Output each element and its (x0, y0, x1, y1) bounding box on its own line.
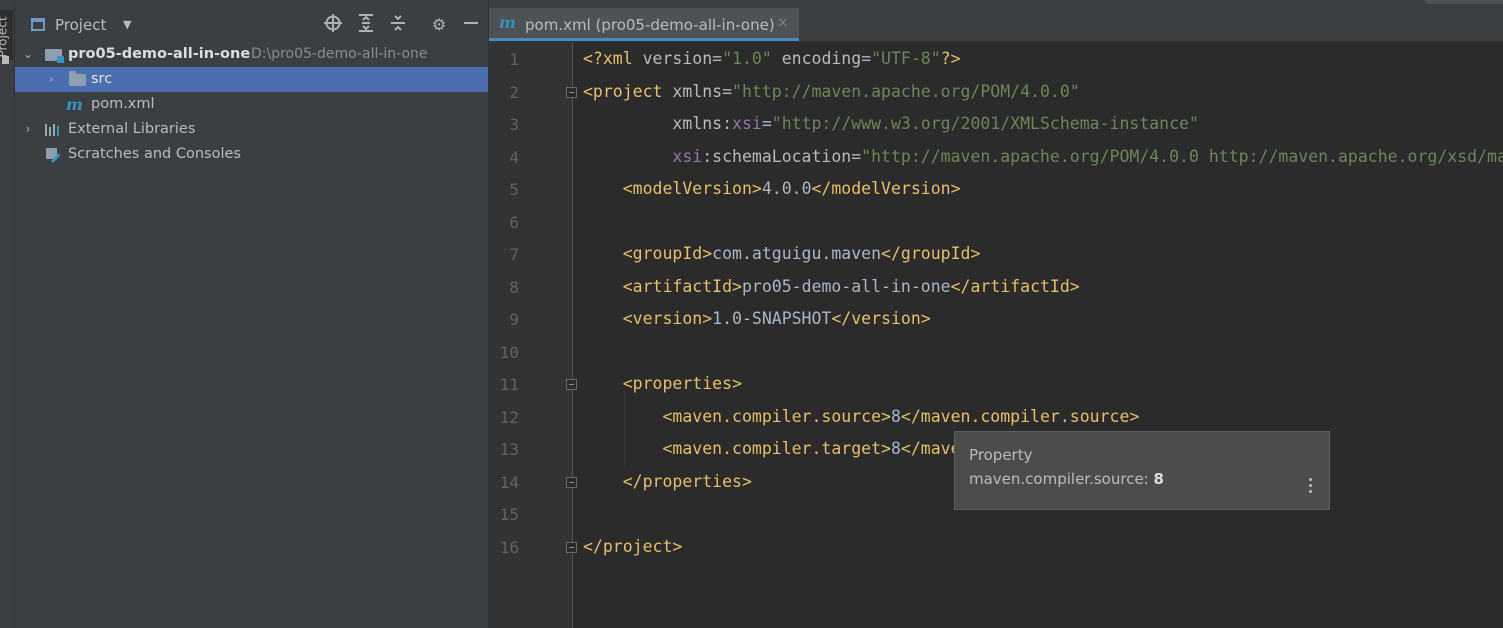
line-number: 11 (499, 375, 519, 394)
maven-icon: m (499, 13, 516, 32)
chevron-down-icon[interactable]: ▼ (123, 18, 131, 31)
fold-marker-icon[interactable] (566, 542, 577, 553)
fold-marker-icon[interactable] (566, 379, 577, 390)
project-tool-window-label: Project (0, 16, 10, 58)
line-number: 9 (509, 310, 519, 329)
editor-top-strip (489, 0, 1503, 8)
tree-item-label: Scratches and Consoles (68, 146, 241, 162)
fold-marker-icon[interactable] (566, 477, 577, 488)
tab-label: pom.xml (pro05-demo-all-in-one) (525, 16, 775, 34)
tree-item-external-libraries[interactable]: › External Libraries (15, 117, 488, 142)
tree-item-project-root[interactable]: ⌄ pro05-demo-all-in-one D:\pro05-demo-al… (15, 42, 488, 67)
line-number: 2 (509, 83, 519, 102)
close-icon[interactable]: × (777, 15, 789, 31)
project-root-path: D:\pro05-demo-all-in-one (251, 46, 428, 62)
code-line-3: xmlns:xsi="http://www.w3.org/2001/XMLSch… (672, 114, 1199, 133)
code-line-2: <project xmlns="http://maven.apache.org/… (583, 82, 1080, 101)
code-line-9: <version>1.0-SNAPSHOT</version> (622, 309, 931, 328)
code-line-7: <groupId>com.atguigu.maven</groupId> (622, 244, 981, 263)
gear-icon[interactable]: ⚙ (428, 14, 450, 36)
tree-item-label: pom.xml (91, 96, 155, 112)
code-line-12: <maven.compiler.source>8</maven.compiler… (662, 407, 1140, 426)
project-panel: Project ▼ ⚙ ⌄ pro05-demo-all-in-one D:\p… (15, 0, 488, 628)
more-options-icon[interactable] (1309, 478, 1313, 494)
line-number: 13 (499, 440, 519, 459)
tree-item-scratches[interactable]: Scratches and Consoles (15, 142, 488, 167)
tooltip-title: Property (969, 446, 1033, 464)
expand-all-icon[interactable] (355, 14, 377, 36)
fold-marker-icon[interactable] (566, 87, 577, 98)
project-panel-title[interactable]: Project (55, 16, 106, 34)
tab-pom-xml[interactable]: m pom.xml (pro05-demo-all-in-one) × (489, 8, 799, 41)
tooltip-key: maven.compiler.source: (969, 470, 1149, 488)
collapse-all-icon[interactable] (387, 14, 409, 36)
scratch-icon (45, 147, 61, 163)
line-number: 16 (499, 538, 519, 557)
line-number: 14 (499, 473, 519, 492)
module-folder-icon (45, 49, 64, 63)
chevron-down-icon[interactable]: ⌄ (22, 42, 34, 67)
folder-icon (69, 71, 86, 86)
tooltip-body: maven.compiler.source: 8 (969, 470, 1164, 488)
code-line-11: <properties> (622, 374, 742, 393)
project-root-name: pro05-demo-all-in-one (68, 46, 251, 62)
tree-item-label: External Libraries (68, 121, 196, 137)
line-number: 7 (509, 245, 519, 264)
line-number: 8 (509, 278, 519, 297)
project-tool-window-tab[interactable]: Project (0, 10, 13, 64)
tree-item-src[interactable]: › src (15, 67, 488, 92)
code-line-1: <?xml version="1.0" encoding="UTF-8"?> (583, 49, 961, 68)
line-number: 15 (499, 505, 519, 524)
line-number: 10 (499, 343, 519, 362)
minimize-icon[interactable] (460, 14, 482, 36)
code-line-4: xsi:schemaLocation="http://maven.apache.… (672, 147, 1503, 166)
code-line-16: </project> (583, 537, 683, 556)
maven-icon: m (66, 95, 83, 114)
tree-item-label: src (91, 71, 113, 87)
code-editor[interactable]: 1 2 3 4 5 6 7 8 9 10 11 12 13 14 15 16 <… (489, 42, 1503, 628)
editor-tab-bar: m pom.xml (pro05-demo-all-in-one) × (489, 8, 1503, 42)
property-tooltip: Property maven.compiler.source: 8 (954, 431, 1330, 510)
project-panel-header: Project ▼ ⚙ (15, 9, 488, 42)
left-tool-strip: Project (0, 0, 15, 628)
fold-guide (572, 42, 573, 628)
tooltip-value: 8 (1153, 470, 1164, 488)
project-window-icon (31, 18, 45, 31)
line-number: 12 (499, 408, 519, 427)
line-number: 3 (509, 115, 519, 134)
locate-icon[interactable] (322, 14, 344, 36)
line-number: 5 (509, 180, 519, 199)
line-number: 4 (509, 148, 519, 167)
chevron-right-icon[interactable]: › (22, 117, 34, 142)
chevron-right-icon[interactable]: › (45, 67, 57, 92)
line-number: 6 (509, 213, 519, 232)
line-number-gutter: 1 2 3 4 5 6 7 8 9 10 11 12 13 14 15 16 (489, 42, 572, 628)
line-number: 1 (509, 50, 519, 69)
window-edge (1425, 0, 1503, 4)
code-line-8: <artifactId>pro05-demo-all-in-one</artif… (622, 277, 1080, 296)
library-icon (45, 124, 61, 136)
code-line-5: <modelVersion>4.0.0</modelVersion> (622, 179, 961, 198)
folder-icon (2, 56, 9, 64)
tree-item-pom[interactable]: m pom.xml (15, 92, 488, 117)
code-line-14: </properties> (622, 472, 752, 491)
